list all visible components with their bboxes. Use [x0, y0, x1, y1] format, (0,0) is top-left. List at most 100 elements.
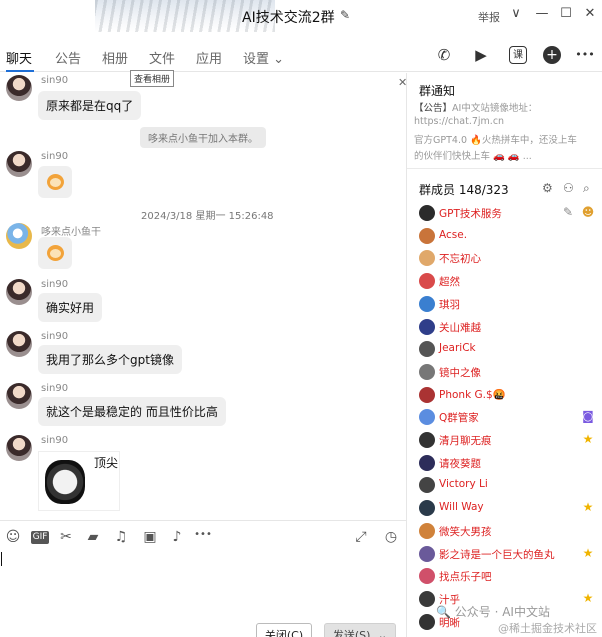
tab-apps[interactable]: 应用 — [196, 48, 222, 67]
tab-album[interactable]: 相册 — [102, 48, 128, 67]
search-icon[interactable]: ⌕ — [583, 181, 590, 196]
watermark-subtext: @稀土掘金技术社区 — [498, 622, 597, 635]
member-item[interactable]: 不忘初心 — [419, 248, 599, 268]
voice-call-icon[interactable]: ✆ — [433, 44, 455, 66]
member-avatar[interactable] — [419, 250, 435, 267]
member-item[interactable]: 镜中之像 — [419, 362, 599, 382]
member-avatar[interactable] — [419, 341, 435, 358]
add-member-icon[interactable]: ⚇ — [563, 181, 574, 195]
send-button[interactable]: 发送(S) ⌄ — [324, 623, 396, 637]
active-tab-indicator — [6, 70, 34, 72]
maximize-button[interactable]: ☐ — [556, 6, 576, 21]
more-tools-icon[interactable]: ••• — [194, 529, 212, 540]
emoji-message[interactable] — [38, 237, 72, 269]
message-bubble[interactable]: 就这个是最稳定的 而且性价比高 — [38, 397, 226, 426]
message-bubble[interactable]: 确实好用 — [38, 293, 103, 322]
member-avatar[interactable] — [419, 590, 435, 607]
music-icon[interactable]: ♫ — [112, 529, 130, 545]
avatar[interactable] — [6, 435, 32, 461]
member-avatar[interactable] — [419, 386, 435, 403]
folder-icon[interactable]: ▰ — [84, 529, 102, 545]
close-button[interactable]: 关闭(C) — [256, 623, 312, 637]
member-avatar[interactable] — [419, 500, 435, 517]
lesson-icon[interactable]: 课 — [509, 46, 527, 64]
avatar[interactable] — [6, 75, 32, 101]
member-item[interactable]: 清月聊无痕 ★ — [419, 430, 599, 450]
more-icon[interactable]: ••• — [574, 44, 596, 66]
member-item[interactable]: GPT技术服务 ✎ ☻ — [419, 203, 599, 223]
sticker-message[interactable]: 顶尖 — [38, 451, 120, 511]
member-item[interactable]: 找点乐子吧 — [419, 566, 599, 586]
member-avatar[interactable] — [419, 205, 435, 221]
close-window-button[interactable]: ✕ — [580, 6, 600, 21]
add-icon[interactable]: + — [543, 46, 561, 64]
video-call-icon[interactable]: ▶ — [470, 44, 492, 66]
member-item[interactable]: 微笑大男孩 — [419, 521, 599, 541]
pane-divider — [406, 73, 407, 637]
notice-link[interactable]: https://chat.7jm.cn — [414, 116, 504, 127]
tab-files[interactable]: 文件 — [149, 48, 175, 67]
chevron-down-icon[interactable]: ∨ — [506, 6, 526, 21]
bell-icon[interactable]: ♪ — [168, 529, 186, 545]
close-panel-icon[interactable]: ✕ — [398, 76, 407, 89]
member-name: 影之诗是一个巨大的鱼丸 — [439, 548, 555, 561]
avatar[interactable] — [6, 331, 32, 357]
member-item[interactable]: Will Way ★ — [419, 498, 599, 518]
send-options-icon[interactable]: ⌄ — [378, 629, 387, 637]
tab-announcement[interactable]: 公告 — [55, 48, 81, 67]
watermark-text: 🔍 公众号 · AI中文站 — [436, 605, 550, 619]
avatar[interactable] — [6, 383, 32, 409]
dog-emoji-icon — [47, 245, 64, 261]
member-item[interactable]: 琪羽 — [419, 294, 599, 314]
member-avatar[interactable] — [419, 273, 435, 290]
member-avatar[interactable] — [419, 454, 435, 471]
composer-toolbar: ☺ GIF ✂ ▰ ♫ ▣ ♪ ••• ⤢ ◷ — [0, 520, 406, 552]
member-avatar[interactable] — [419, 318, 435, 335]
member-item[interactable]: 关山难越 — [419, 317, 599, 337]
chat-messages[interactable]: sin90 原来都是在qq了 哆来点小鱼干加入本群。 sin90 2024/3/… — [0, 73, 406, 520]
member-item[interactable]: Q群管家 ◙ — [419, 407, 599, 427]
member-avatar[interactable] — [419, 295, 435, 312]
message-bubble[interactable]: 我用了那么多个gpt镜像 — [38, 345, 182, 374]
member-item[interactable]: JeariCk — [419, 339, 599, 359]
edit-icon[interactable]: ✎ — [340, 8, 350, 22]
member-avatar[interactable] — [419, 477, 435, 494]
emoji-icon[interactable]: ☺ — [4, 529, 22, 545]
gif-icon[interactable]: GIF — [31, 531, 49, 544]
member-avatar[interactable] — [419, 227, 435, 244]
screenshot-icon[interactable]: ✂ — [57, 529, 75, 545]
minimize-button[interactable]: — — [532, 6, 552, 21]
edit-icon[interactable]: ✎ — [561, 205, 575, 219]
member-avatar[interactable] — [419, 522, 435, 539]
emoji-message[interactable] — [38, 166, 72, 198]
member-item[interactable]: Phonk G.$🤬 — [419, 385, 599, 405]
avatar[interactable] — [6, 279, 32, 305]
member-avatar[interactable] — [419, 363, 435, 380]
system-notice: 哆来点小鱼干加入本群。 — [140, 127, 266, 148]
member-settings-icon[interactable]: ⚙ — [542, 181, 553, 195]
tab-settings[interactable]: 设置 ⌄ — [243, 48, 284, 67]
avatar[interactable] — [6, 223, 32, 249]
member-item[interactable]: 超然 — [419, 271, 599, 291]
notice-line[interactable]: 【公告】AI中文站镜像地址： — [414, 100, 537, 114]
owner-badge-icon: ☻ — [581, 205, 595, 219]
sticker-caption: 顶尖 — [94, 456, 119, 470]
message-input[interactable] — [0, 552, 406, 618]
message-bubble[interactable]: 原来都是在qq了 — [38, 91, 142, 120]
member-item[interactable]: Victory Li — [419, 475, 599, 495]
expand-icon[interactable]: ⤢ — [352, 529, 370, 545]
member-item[interactable]: Acse. — [419, 226, 599, 246]
member-avatar[interactable] — [419, 545, 435, 562]
history-icon[interactable]: ◷ — [382, 529, 400, 545]
member-item[interactable]: 影之诗是一个巨大的鱼丸 ★ — [419, 544, 599, 564]
member-avatar[interactable] — [419, 432, 435, 448]
notice-line: 的伙伴们快快上车 🚗 🚗 ... — [414, 151, 532, 162]
member-avatar[interactable] — [419, 409, 435, 426]
image-icon[interactable]: ▣ — [141, 529, 159, 545]
avatar[interactable] — [6, 151, 32, 177]
report-button[interactable]: 举报 — [478, 9, 500, 25]
member-item[interactable]: 请夜葵题 — [419, 453, 599, 473]
tab-chat[interactable]: 聊天 — [6, 48, 32, 67]
member-avatar[interactable] — [419, 568, 435, 585]
member-avatar[interactable] — [419, 613, 435, 630]
